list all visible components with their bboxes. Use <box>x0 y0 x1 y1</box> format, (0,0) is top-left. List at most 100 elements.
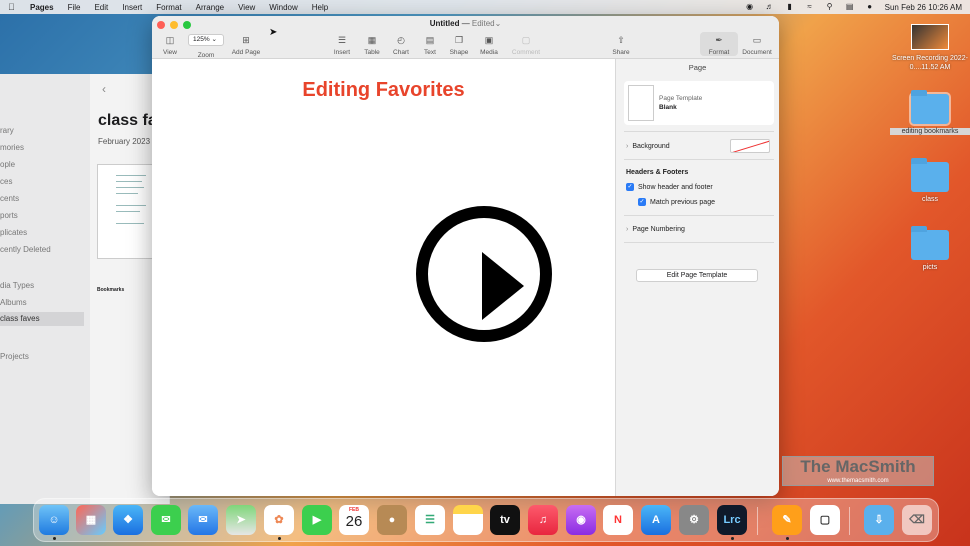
menu-file[interactable]: File <box>68 3 81 12</box>
video-thumbnail-icon <box>911 24 949 50</box>
reminders-icon[interactable]: ☰ <box>415 505 445 535</box>
photos-sidebar-item[interactable]: mories <box>0 143 24 152</box>
format-sidebar: Page Page Template Blank › Background Hea… <box>615 59 779 496</box>
page-template-card[interactable]: Page Template Blank <box>624 81 774 125</box>
trash-icon[interactable]: ⌫ <box>902 505 932 535</box>
photos-icon[interactable]: ✿ <box>264 505 294 535</box>
document-status[interactable]: Edited <box>472 19 495 28</box>
running-indicator <box>53 537 56 540</box>
desktop-screen-recording[interactable]: Screen Recording 2022-0....11.52 AM <box>890 24 970 72</box>
photos-sidebar-item[interactable]: ces <box>0 177 12 186</box>
background-disclosure[interactable]: › Background <box>626 143 670 150</box>
photos-sidebar-item[interactable]: ople <box>0 160 15 169</box>
document-button[interactable]: ▭ Document <box>738 34 776 56</box>
watermark-logo: The MacSmith www.themacsmith.com <box>782 456 934 486</box>
edit-page-template-button[interactable]: Edit Page Template <box>636 269 758 282</box>
record-icon[interactable]: ◉ <box>745 3 755 11</box>
downloads-folder-icon[interactable]: ⇩ <box>864 505 894 535</box>
pages-toolbar: Untitled — Edited⌄ ◫ View 125% ⌄ Zoom ⊞ … <box>152 16 779 59</box>
video-play-button[interactable] <box>416 206 552 342</box>
share-icon: ⇧ <box>617 35 625 45</box>
facetime-icon[interactable]: ▶ <box>302 505 332 535</box>
finder-icon[interactable]: ☺ <box>39 505 69 535</box>
photo-thumbnail[interactable] <box>97 164 157 259</box>
template-name: Blank <box>659 104 677 111</box>
app-store-icon[interactable]: A <box>641 505 671 535</box>
menu-window[interactable]: Window <box>269 3 297 12</box>
menu-help[interactable]: Help <box>312 3 328 12</box>
photos-sidebar-item[interactable]: dia Types <box>0 281 34 290</box>
safari-icon[interactable]: ❖ <box>113 505 143 535</box>
launchpad-icon[interactable]: ▦ <box>76 505 106 535</box>
photo-thumbnail-bookmarks[interactable]: Bookmarks <box>97 284 157 374</box>
control-center-icon[interactable]: ▤ <box>845 3 855 11</box>
photos-sidebar-item[interactable]: cents <box>0 194 19 203</box>
play-icon <box>482 252 524 320</box>
menu-view[interactable]: View <box>238 3 255 12</box>
menu-app-name[interactable]: Pages <box>30 3 54 12</box>
lightroom-classic-icon[interactable]: Lrc <box>717 505 747 535</box>
view-button[interactable]: ◫ View <box>152 34 188 56</box>
podcasts-icon[interactable]: ◉ <box>566 505 596 535</box>
menu-clock[interactable]: Sun Feb 26 10:26 AM <box>885 3 962 12</box>
back-chevron-icon[interactable]: ‹ <box>102 82 106 96</box>
mail-icon[interactable]: ✉ <box>188 505 218 535</box>
menu-format[interactable]: Format <box>156 3 181 12</box>
zoom-select[interactable]: 125% ⌄ <box>188 34 224 46</box>
document-name[interactable]: Untitled <box>430 19 460 28</box>
music-icon[interactable]: ♫ <box>528 505 558 535</box>
photos-sidebar-item[interactable]: ports <box>0 211 18 220</box>
menu-edit[interactable]: Edit <box>94 3 108 12</box>
calendar-icon[interactable]: FEB 26 <box>339 505 369 535</box>
wifi-icon[interactable]: ≈ <box>805 3 815 11</box>
photos-sidebar-item[interactable]: cently Deleted <box>0 245 51 254</box>
document-heading[interactable]: Editing Favorites <box>152 79 615 102</box>
music-icon[interactable]: ♬ <box>765 3 775 11</box>
format-button[interactable]: ✒ Format <box>701 34 737 56</box>
dock-separator <box>757 507 758 535</box>
news-icon[interactable]: N <box>603 505 633 535</box>
battery-icon[interactable]: ▮ <box>785 3 795 11</box>
photos-sidebar-item[interactable]: Albums <box>0 298 27 307</box>
search-icon[interactable]: ⚲ <box>825 3 835 11</box>
contacts-icon[interactable]: ● <box>377 505 407 535</box>
desktop-folder-class[interactable]: class <box>890 158 970 203</box>
show-header-footer-checkbox[interactable]: ✓ Show header and footer <box>626 183 713 191</box>
apple-tv-icon[interactable]: tv <box>490 505 520 535</box>
photos-album-title: class fa <box>98 112 157 129</box>
add-page-button[interactable]: ⊞ Add Page <box>228 34 264 56</box>
notes-icon[interactable] <box>453 505 483 535</box>
headers-footers-heading: Headers & Footers <box>626 169 689 176</box>
pages-icon[interactable]: ✎ <box>772 505 802 535</box>
photos-sidebar-item-class-faves[interactable]: class faves <box>0 312 84 326</box>
chevron-down-icon[interactable]: ⌄ <box>495 19 502 28</box>
comment-button[interactable]: ▢ Comment <box>508 34 544 56</box>
preview-icon[interactable]: ▢ <box>810 505 840 535</box>
desktop-folder-editing-bookmarks[interactable]: editing bookmarks <box>890 90 970 135</box>
folder-icon <box>911 226 949 260</box>
apple-menu-icon[interactable]:  <box>8 2 18 12</box>
match-previous-checkbox[interactable]: ✓ Match previous page <box>638 198 715 206</box>
paintbrush-icon: ✒ <box>715 35 723 45</box>
comment-icon: ▢ <box>521 35 531 45</box>
media-button[interactable]: ▣ Media <box>471 34 507 56</box>
user-icon[interactable]: ● <box>865 3 875 11</box>
desktop-folder-picts[interactable]: picts <box>890 226 970 271</box>
photos-sidebar-item[interactable]: plicates <box>0 228 27 237</box>
window-title: Untitled — Edited⌄ <box>152 19 779 28</box>
title-separator: — <box>459 19 472 28</box>
photos-sidebar-item[interactable]: Projects <box>0 352 29 361</box>
sidebar-tab-page[interactable]: Page <box>616 63 779 72</box>
background-color-well[interactable] <box>730 139 770 153</box>
share-button[interactable]: ⇧ Share <box>603 34 639 56</box>
page-numbering-disclosure[interactable]: › Page Numbering <box>626 226 685 233</box>
maps-icon[interactable]: ➤ <box>226 505 256 535</box>
messages-icon[interactable]: ✉ <box>151 505 181 535</box>
menu-arrange[interactable]: Arrange <box>196 3 224 12</box>
menu-status-area: ◉ ♬ ▮ ≈ ⚲ ▤ ● Sun Feb 26 10:26 AM <box>745 3 962 12</box>
menu-bar:  Pages File Edit Insert Format Arrange … <box>0 0 970 14</box>
menu-insert[interactable]: Insert <box>122 3 142 12</box>
system-settings-icon[interactable]: ⚙ <box>679 505 709 535</box>
divider <box>624 242 774 243</box>
photos-sidebar-item[interactable]: rary <box>0 126 14 135</box>
